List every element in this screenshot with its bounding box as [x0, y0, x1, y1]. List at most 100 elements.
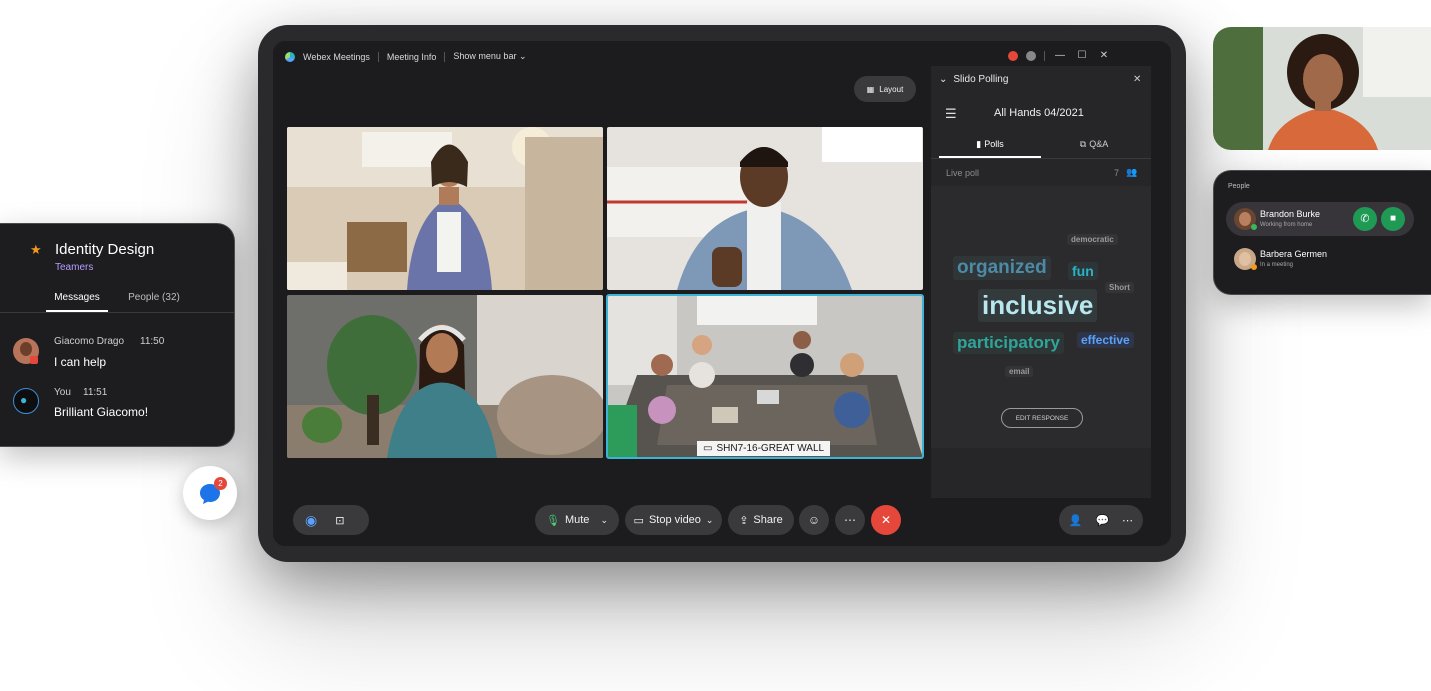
- presence-badge: [1251, 264, 1257, 270]
- divider: [444, 51, 446, 62]
- smiley-icon: ☺: [807, 513, 821, 527]
- participant-3-video: [287, 295, 603, 458]
- share-button[interactable]: ⇪ Share: [728, 505, 794, 535]
- presence-badge: [1251, 224, 1257, 230]
- messaging-card: ★ Identity Design Teamers Messages Peopl…: [0, 223, 235, 447]
- message-sender: You: [54, 387, 71, 398]
- tab-polls[interactable]: ▮ Polls: [939, 132, 1041, 158]
- video-tile-participant-2[interactable]: [607, 127, 923, 290]
- room-name-label: ▭ SHN7-16-GREAT WALL: [697, 441, 831, 456]
- people-card: People Brandon Burke Working from home ✆…: [1213, 170, 1431, 295]
- star-icon[interactable]: ★: [30, 242, 42, 258]
- space-name: Identity Design: [55, 241, 155, 258]
- video-tile-room[interactable]: ▭ SHN7-16-GREAT WALL: [606, 294, 924, 459]
- stop-video-button[interactable]: ▭ Stop video ⌄: [625, 505, 722, 535]
- webex-assistant-icon[interactable]: ◉: [305, 512, 317, 529]
- divider: [931, 158, 1151, 159]
- share-icon: ⇪: [739, 514, 749, 527]
- more-icon[interactable]: ⋯: [1122, 514, 1133, 527]
- people-title: People: [1228, 183, 1250, 190]
- tab-people[interactable]: People (32): [118, 284, 190, 310]
- phone-icon: ✆: [1360, 213, 1370, 225]
- minimize-icon[interactable]: —: [1053, 50, 1067, 61]
- stop-video-label: Stop video: [648, 514, 701, 526]
- slido-header: ⌄ Slido Polling: [939, 74, 1008, 85]
- end-call-button[interactable]: ✕: [871, 505, 901, 535]
- app-name: Webex Meetings: [303, 51, 370, 62]
- participants-icon[interactable]: 👤: [1069, 514, 1083, 527]
- webex-logo-icon: [285, 51, 295, 62]
- participant-2-video: [607, 127, 923, 290]
- participant-1-video: [287, 127, 603, 290]
- recording-icon[interactable]: [1008, 50, 1018, 61]
- list-item[interactable]: Barbera Germen In a meeting: [1226, 242, 1414, 276]
- show-menu-bar-button[interactable]: Show menu bar ⌄: [453, 51, 526, 62]
- video-camera-icon: ▭: [633, 514, 644, 527]
- mute-label: Mute: [564, 514, 590, 526]
- tab-qa[interactable]: ⧉ Q&A: [1043, 132, 1145, 156]
- room-video: [607, 295, 923, 458]
- tab-polls-label: Polls: [984, 139, 1004, 149]
- chat-bubble-icon: ●: [20, 393, 28, 407]
- compass-icon[interactable]: [1026, 50, 1036, 61]
- list-item[interactable]: Brandon Burke Working from home ✆ ■: [1226, 202, 1414, 236]
- word-inclusive: inclusive: [978, 289, 1098, 322]
- event-name: All Hands 04/2021: [994, 107, 1084, 119]
- chevron-down-icon[interactable]: ⌄: [706, 515, 714, 526]
- assistant-group: ◉ ⊡: [293, 505, 369, 535]
- edit-response-button[interactable]: EDIT RESPONSE: [1001, 408, 1083, 428]
- word-fun: fun: [1068, 262, 1098, 280]
- window-controls: — ☐ ✕: [1008, 50, 1111, 61]
- video-tile-participant-3[interactable]: [287, 295, 603, 458]
- divider: [0, 312, 234, 313]
- avatar[interactable]: ●: [13, 388, 39, 414]
- room-device-icon: ▭: [703, 443, 713, 454]
- message-time: 11:51: [83, 387, 108, 398]
- message-text: I can help: [54, 355, 107, 369]
- tab-qa-label: Q&A: [1089, 139, 1109, 149]
- more-options-button[interactable]: ⋯: [835, 505, 865, 535]
- mute-button[interactable]: 🎙 Mute ⌄: [535, 505, 619, 535]
- person-name: Barbera Germen: [1260, 249, 1328, 259]
- chat-icon[interactable]: 💬: [1095, 514, 1109, 527]
- word-short: Short: [1105, 282, 1134, 293]
- person-name: Brandon Burke: [1260, 209, 1321, 219]
- audio-call-button[interactable]: ✆: [1353, 207, 1377, 231]
- layout-button[interactable]: ▦ Layout: [854, 76, 916, 102]
- video-call-button[interactable]: ■: [1381, 207, 1405, 231]
- hamburger-menu-icon[interactable]: ☰: [945, 106, 957, 122]
- live-poll-label: Live poll: [946, 168, 980, 178]
- microphone-icon: 🎙: [546, 514, 560, 527]
- bar-chart-icon: ▮: [976, 138, 982, 149]
- divider: [377, 51, 379, 62]
- divider: [1044, 50, 1045, 61]
- more-icon: ⋯: [844, 513, 856, 527]
- share-label: Share: [753, 514, 783, 526]
- video-tile-participant-1[interactable]: [287, 127, 603, 290]
- message-time: 11:50: [140, 336, 165, 347]
- close-icon: ✕: [880, 513, 892, 527]
- slido-panel: ⌄ Slido Polling ✕ ☰ All Hands 04/2021 ▮ P…: [931, 66, 1151, 498]
- close-icon[interactable]: ✕: [1097, 50, 1111, 61]
- maximize-icon[interactable]: ☐: [1075, 50, 1089, 61]
- close-icon[interactable]: ✕: [1133, 74, 1141, 85]
- word-effective: effective: [1077, 332, 1134, 348]
- word-democratic: democratic: [1067, 234, 1118, 245]
- chevron-down-icon[interactable]: ⌄: [939, 74, 947, 85]
- people-icon: 👥: [1126, 167, 1138, 177]
- meeting-info-button[interactable]: Meeting Info: [387, 52, 437, 62]
- message-text: Brilliant Giacomo!: [54, 405, 149, 419]
- tab-messages[interactable]: Messages: [46, 284, 108, 312]
- participant-count: 7: [1114, 168, 1120, 178]
- layout-label: Layout: [879, 84, 904, 94]
- floating-chat-button[interactable]: 2: [183, 466, 237, 520]
- person-status: In a meeting: [1260, 262, 1294, 268]
- slido-title: Slido Polling: [953, 74, 1009, 85]
- qa-icon: ⧉: [1079, 138, 1087, 149]
- self-view-video[interactable]: [1213, 27, 1431, 150]
- chevron-down-icon[interactable]: ⌄: [600, 515, 608, 526]
- show-menu-bar-label: Show menu bar: [453, 51, 517, 61]
- captions-icon[interactable]: ⊡: [335, 514, 344, 527]
- reactions-button[interactable]: ☺: [799, 505, 829, 535]
- team-name[interactable]: Teamers: [55, 262, 93, 273]
